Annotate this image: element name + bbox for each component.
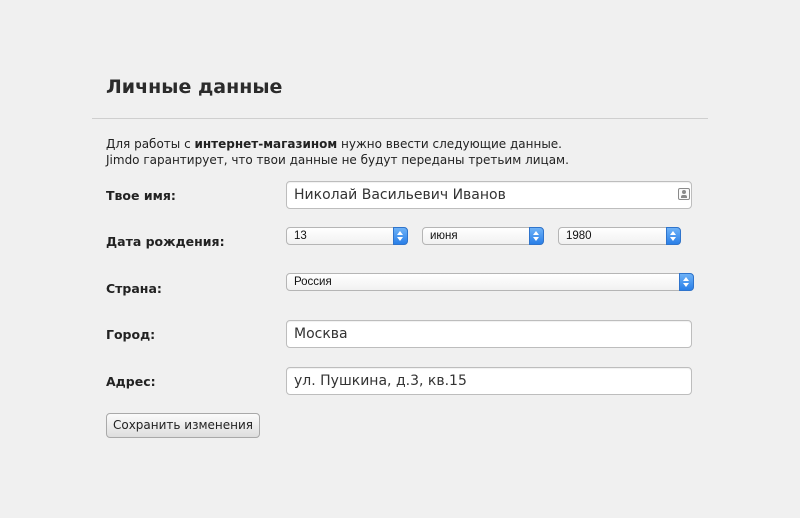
title-divider [92,118,708,119]
name-input[interactable] [286,181,692,209]
birthdate-label: Дата рождения: [106,234,225,249]
contact-card-icon[interactable] [678,188,690,200]
contact-card-icon-head [682,190,686,194]
city-label: Город: [106,327,156,342]
birth-day-select[interactable]: 13 [286,227,408,245]
country-select[interactable]: Россия [286,273,694,291]
name-label: Твое имя: [106,188,176,203]
birth-day-chevron-icon [393,227,408,245]
address-label: Адрес: [106,374,156,389]
intro-line2: Jimdo гарантирует, что твои данные не бу… [106,153,569,167]
intro-line1-prefix: Для работы с [106,137,195,151]
contact-card-icon-body [681,195,687,198]
save-button[interactable]: Сохранить изменения [106,413,260,438]
intro-line1-bold: интернет-магазином [194,137,338,151]
birth-year-chevron-icon [666,227,681,245]
birth-year-value: 1980 [566,230,592,242]
address-input[interactable] [286,367,692,395]
birth-month-value: июня [430,230,458,242]
birth-month-select[interactable]: июня [422,227,544,245]
birth-month-chevron-icon [529,227,544,245]
intro-line1-suffix: нужно ввести следующие данные. [337,137,562,151]
intro-text: Для работы с интернет-магазином нужно вв… [106,136,666,168]
city-input[interactable] [286,320,692,348]
country-label: Страна: [106,281,162,296]
country-chevron-icon [679,273,694,291]
birth-day-value: 13 [294,230,307,242]
birth-year-select[interactable]: 1980 [558,227,681,245]
page-title: Личные данные [106,76,283,98]
country-value: Россия [294,276,332,288]
